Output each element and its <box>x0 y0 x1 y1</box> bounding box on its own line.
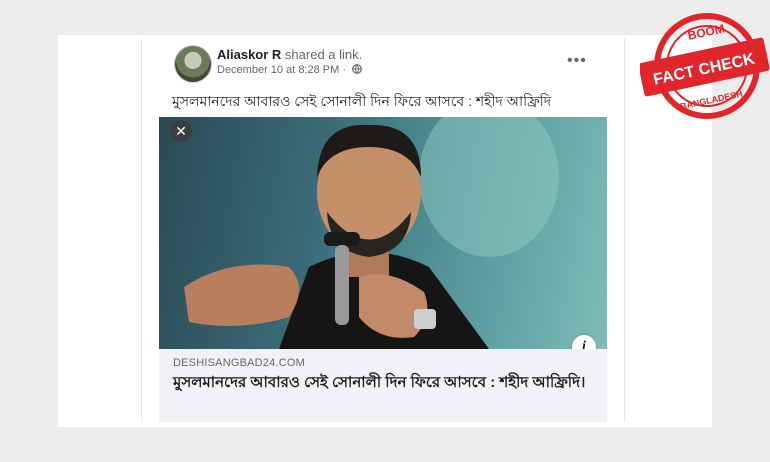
post-meta: December 10 at 8:28 PM · <box>217 64 362 77</box>
globe-icon <box>352 64 362 77</box>
meta-separator: · <box>339 64 350 76</box>
close-icon[interactable]: ✕ <box>170 120 192 142</box>
author-name[interactable]: Aliaskor R <box>217 47 281 62</box>
link-preview-card[interactable]: DESHISANGBAD24.COM মুসলমানদের আবারও সেই … <box>159 349 607 422</box>
badge-top-text: BOOM <box>686 21 725 42</box>
boom-fact-check-badge: BOOM FACT CHECK BANGLADESH <box>640 13 770 119</box>
speaker-photo-illustration <box>184 117 559 349</box>
post-timestamp[interactable]: December 10 at 8:28 PM <box>217 64 339 76</box>
link-preview-image[interactable] <box>159 117 607 349</box>
more-options-button[interactable]: ••• <box>567 52 587 70</box>
avatar[interactable] <box>174 45 212 83</box>
post-text: মুসলমানদের আবারও সেই সোনালী দিন ফিরে আসব… <box>172 93 552 109</box>
link-domain: DESHISANGBAD24.COM <box>173 357 305 369</box>
facebook-post: Aliaskor R shared a link. December 10 at… <box>141 38 625 422</box>
link-title[interactable]: মুসলমানদের আবারও সেই সোনালী দিন ফিরে আসব… <box>173 373 593 393</box>
share-action: shared a link. <box>281 47 363 62</box>
post-header: Aliaskor R shared a link. <box>217 47 362 62</box>
